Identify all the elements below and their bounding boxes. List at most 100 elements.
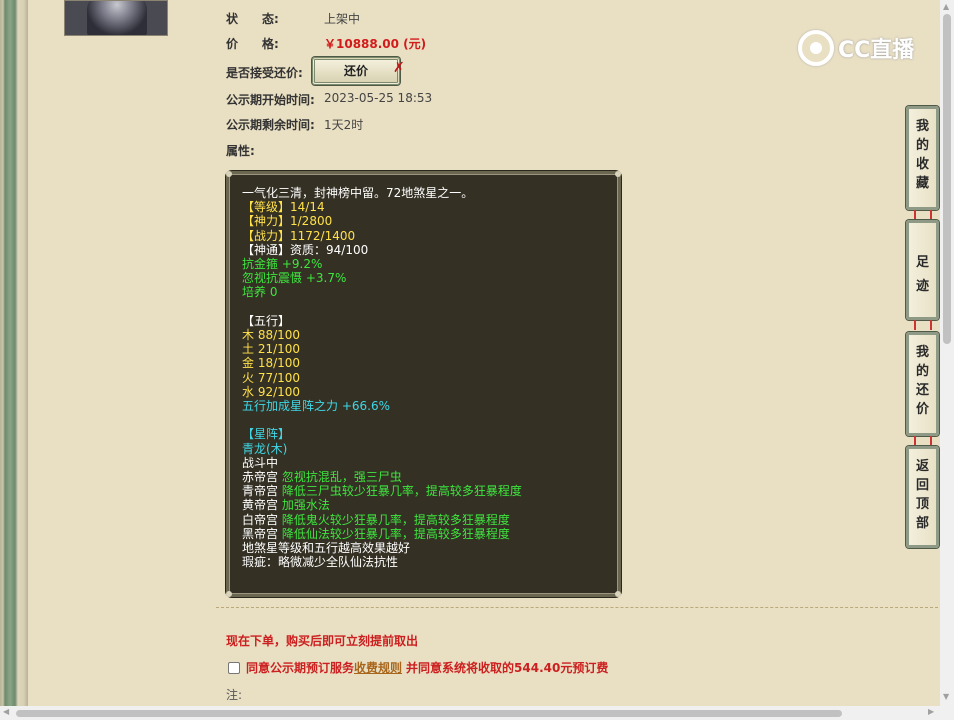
attribute-line: 火 77/100 (242, 371, 522, 385)
attribute-line: 一气化三清，封神榜中留。72地煞星之一。 (242, 186, 522, 200)
attribute-line: 瑕疵：略微减少全队仙法抗性 (242, 555, 522, 569)
side-nav-connector (914, 210, 932, 220)
attribute-line-text: 【神力】1/2800 (242, 214, 333, 229)
side-nav-back-to-top[interactable]: 返回顶部 (906, 446, 939, 548)
attribute-line: 培养 0 (242, 285, 522, 299)
attribute-line-text: 火 77/100 (242, 370, 301, 385)
bargain-unavailable-icon: ✗ (393, 60, 405, 76)
attribute-line-prefix: 黑帝宫 (242, 526, 282, 541)
fee-rules-link[interactable]: 收费规则 (354, 659, 402, 676)
attributes-text: 一气化三清，封神榜中留。72地煞星之一。 【等级】14/14 【神力】1/2800 【… (242, 186, 522, 569)
attribute-line-text (242, 300, 246, 314)
side-nav-connector (914, 320, 932, 330)
attribute-line: 【神通】资质：94/100 (242, 243, 522, 257)
item-thumbnail[interactable] (64, 0, 168, 36)
attribute-line: 五行加成星阵之力 +66.6% (242, 399, 522, 413)
attribute-line-text: 金 18/100 (242, 356, 301, 371)
attribute-line-text: 【五行】 (242, 313, 291, 328)
attribute-line-text: 忽视抗混乱，强三尸虫 (281, 470, 402, 485)
attribute-line: 金 18/100 (242, 356, 522, 370)
vertical-scroll-thumb[interactable] (943, 14, 951, 344)
side-nav-connector (914, 436, 932, 446)
publicity-start-label: 公示期开始时间: (226, 93, 315, 107)
attribute-line-text: 降低三尸虫较少狂暴几率，提高较多狂暴程度 (281, 484, 522, 499)
attribute-line: 忽视抗震慑 +3.7% (242, 271, 522, 285)
price-label: 价 格: (226, 37, 279, 51)
attribute-line-text: 瑕疵：略微减少全队仙法抗性 (242, 555, 399, 570)
attribute-line: 抗金箍 +9.2% (242, 257, 522, 271)
attribute-line-text: 降低鬼火较少狂暴几率，提高较多狂暴程度 (281, 512, 510, 527)
attribute-line: 赤帝宫 忽视抗混乱，强三尸虫 (242, 470, 522, 484)
bargain-label: 是否接受还价: (226, 66, 303, 80)
attribute-line: 【星阵】 (242, 427, 522, 441)
attribute-line: 青龙(木) (242, 442, 522, 456)
attribute-line-text: 【等级】14/14 (242, 200, 325, 215)
attribute-line-text: 一气化三清，封神榜中留。72地煞星之一。 (242, 186, 474, 200)
horizontal-scroll-thumb[interactable] (16, 710, 842, 717)
scroll-left-icon[interactable]: ◀ (3, 707, 9, 716)
attribute-line: 土 21/100 (242, 342, 522, 356)
attribute-line-prefix: 赤帝宫 (242, 470, 282, 485)
attribute-line-text: 战斗中 (242, 455, 279, 470)
attribute-line-text: 五行加成星阵之力 +66.6% (242, 399, 390, 414)
attribute-line: 【神力】1/2800 (242, 214, 522, 228)
attribute-line: 黑帝宫 降低仙法较少狂暴几率，提高较多狂暴程度 (242, 527, 522, 541)
attribute-line: 木 88/100 (242, 328, 522, 342)
cc-logo-icon (798, 30, 834, 66)
vertical-scrollbar[interactable]: ▲ ▼ (940, 0, 954, 706)
attributes-label: 属性: (226, 144, 255, 158)
attribute-line-text: 水 92/100 (242, 384, 301, 399)
publicity-remaining-label: 公示期剩余时间: (226, 118, 315, 132)
horizontal-scrollbar[interactable]: ◀ ▶ (0, 706, 940, 720)
attribute-line-text (242, 413, 246, 427)
agree-checkbox[interactable] (228, 661, 240, 674)
side-nav-favorites[interactable]: 我的收藏 (906, 106, 939, 210)
panel-corner-ornament (226, 591, 232, 597)
scroll-right-icon[interactable]: ▶ (928, 707, 934, 716)
attribute-line-prefix: 青帝宫 (242, 484, 282, 499)
attribute-line-text: 忽视抗震慑 +3.7% (242, 271, 347, 286)
side-nav-label: 返回顶部 (915, 459, 929, 531)
attribute-line-text: 木 88/100 (242, 328, 301, 343)
price-value: ￥10888.00 (元) (324, 37, 427, 51)
publicity-remaining-value: 1天2时 (324, 118, 364, 132)
attribute-line: 【战力】1172/1400 (242, 229, 522, 243)
publicity-start-value: 2023-05-25 18:53 (324, 91, 433, 105)
status-value: 上架中 (324, 12, 361, 26)
cc-logo-text: CC直播 (838, 38, 915, 63)
purchase-notice: 现在下单，购买后即可立刻提前取出 (226, 634, 419, 648)
agreement-row: 同意公示期预订服务 收费规则 并同意系统将收取的544.40元预订费 (228, 659, 608, 676)
attribute-line-text: 加强水法 (281, 498, 330, 513)
attribute-line-text: 抗金箍 +9.2% (242, 257, 323, 272)
scroll-down-icon[interactable]: ▼ (943, 692, 949, 701)
attribute-line: 【等级】14/14 (242, 200, 522, 214)
attribute-line-prefix: 白帝宫 (242, 512, 282, 527)
side-nav-footprints[interactable]: 足迹 (906, 220, 939, 320)
attribute-line: 黄帝宫 加强水法 (242, 498, 522, 512)
attribute-line-text: 地煞星等级和五行越高效果越好 (242, 541, 411, 556)
attribute-line-text: 【战力】1172/1400 (242, 228, 356, 243)
scroll-up-icon[interactable]: ▲ (943, 2, 949, 11)
character-image (87, 1, 147, 35)
panel-corner-ornament (615, 171, 621, 177)
attribute-line-prefix: 黄帝宫 (242, 498, 282, 513)
attribute-line: 【五行】 (242, 314, 522, 328)
bargain-button[interactable]: 还价 (312, 57, 400, 85)
attribute-line: 青帝宫 降低三尸虫较少狂暴几率，提高较多狂暴程度 (242, 484, 522, 498)
attribute-line-text: 土 21/100 (242, 342, 301, 357)
section-divider (216, 607, 938, 608)
agreement-text-before: 同意公示期预订服务 (246, 661, 355, 675)
side-nav-my-bargains[interactable]: 我的还价 (906, 332, 939, 436)
attribute-line (242, 413, 522, 427)
note-label: 注: (226, 688, 243, 702)
cc-live-logo: CC直播 (798, 30, 914, 66)
scrollbar-corner (940, 706, 954, 720)
attribute-line (242, 300, 522, 314)
attribute-line-text: 【神通】资质：94/100 (242, 242, 369, 257)
attribute-line-text: 青龙(木) (242, 441, 288, 456)
agreement-text-after: 并同意系统将收取的544.40元预订费 (406, 661, 609, 675)
side-nav-label: 我的收藏 (915, 119, 929, 191)
panel-corner-ornament (615, 591, 621, 597)
status-label: 状 态: (226, 12, 279, 26)
side-nav-label: 我的还价 (915, 345, 929, 417)
